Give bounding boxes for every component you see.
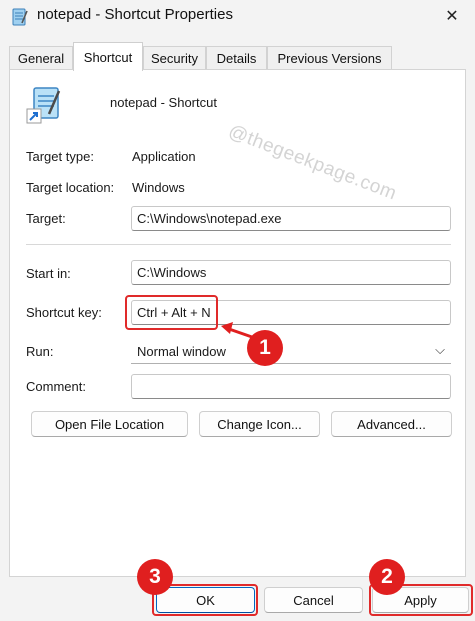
run-select-value: Normal window bbox=[137, 344, 226, 359]
advanced-button[interactable]: Advanced... bbox=[331, 411, 452, 437]
target-location-label: Target location: bbox=[26, 180, 115, 195]
start-in-input-value: C:\Windows bbox=[137, 265, 207, 280]
target-type-label: Target type: bbox=[26, 149, 94, 164]
target-label: Target: bbox=[26, 211, 66, 226]
tab-security[interactable]: Security bbox=[143, 46, 206, 70]
start-in-label: Start in: bbox=[26, 266, 71, 281]
close-button[interactable]: ✕ bbox=[429, 0, 475, 32]
shortcut-name: notepad - Shortcut bbox=[110, 95, 217, 110]
step-marker-3: 3 bbox=[137, 559, 173, 595]
comment-label: Comment: bbox=[26, 379, 86, 394]
step-marker-1: 1 bbox=[247, 330, 283, 366]
tab-shortcut[interactable]: Shortcut bbox=[73, 42, 143, 71]
tab-general[interactable]: General bbox=[9, 46, 73, 70]
run-label: Run: bbox=[26, 344, 54, 359]
chevron-down-icon: ⌵ bbox=[435, 342, 445, 357]
step-marker-2: 2 bbox=[369, 559, 405, 595]
run-select[interactable]: Normal window ⌵ bbox=[131, 339, 451, 364]
open-file-location-button[interactable]: Open File Location bbox=[31, 411, 188, 437]
separator bbox=[26, 244, 451, 245]
start-in-input[interactable]: C:\Windows bbox=[131, 260, 451, 285]
ok-button[interactable]: OK bbox=[156, 587, 255, 613]
window-title: notepad - Shortcut Properties bbox=[37, 6, 233, 23]
notepad-icon bbox=[12, 8, 28, 26]
shortcut-key-input[interactable]: Ctrl + Alt + N bbox=[131, 300, 451, 325]
tab-details[interactable]: Details bbox=[206, 46, 267, 70]
notepad-shortcut-icon bbox=[26, 87, 61, 124]
target-location-value: Windows bbox=[132, 180, 185, 195]
comment-input[interactable] bbox=[131, 374, 451, 399]
change-icon-button[interactable]: Change Icon... bbox=[199, 411, 320, 437]
shortcut-key-label: Shortcut key: bbox=[26, 305, 102, 320]
target-type-value: Application bbox=[132, 149, 196, 164]
shortcut-key-input-value: Ctrl + Alt + N bbox=[137, 305, 211, 320]
target-input-value: C:\Windows\notepad.exe bbox=[137, 211, 282, 226]
comment-input-field[interactable] bbox=[137, 379, 445, 394]
target-input[interactable]: C:\Windows\notepad.exe bbox=[131, 206, 451, 231]
cancel-button[interactable]: Cancel bbox=[264, 587, 363, 613]
tab-previous-versions[interactable]: Previous Versions bbox=[267, 46, 392, 70]
title-bar: notepad - Shortcut Properties ✕ bbox=[0, 0, 475, 32]
close-icon: ✕ bbox=[445, 8, 459, 25]
